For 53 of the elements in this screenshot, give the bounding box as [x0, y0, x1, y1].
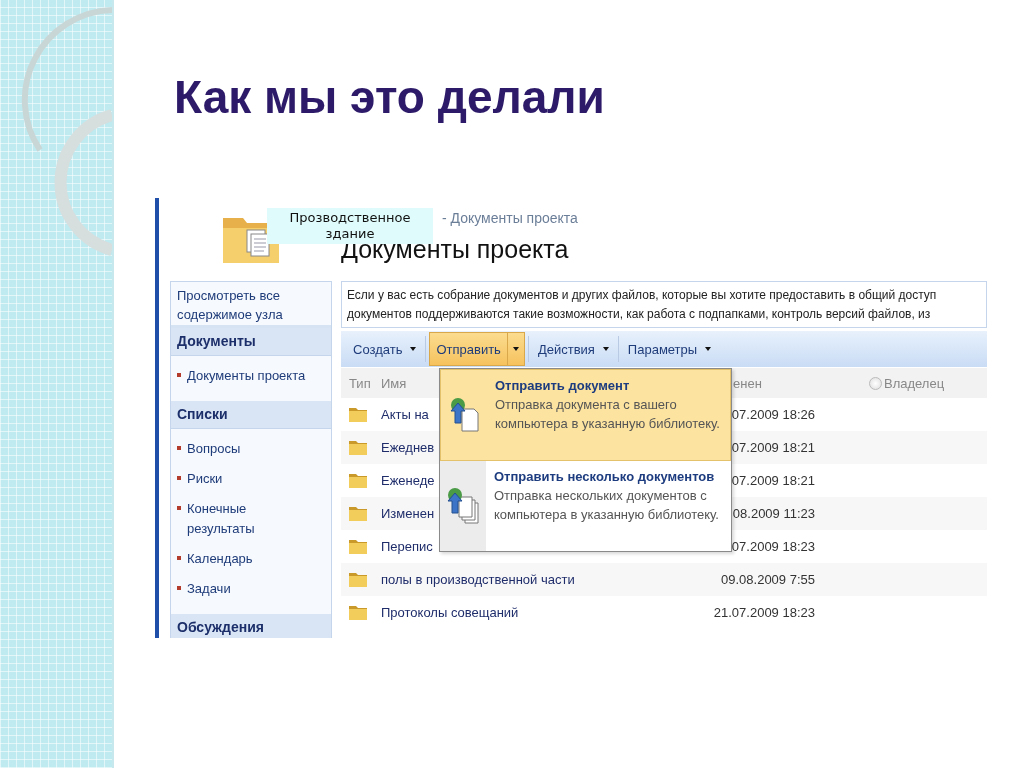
toolbar-button[interactable]: Отправить [430, 333, 508, 365]
caret-icon [602, 347, 609, 351]
sidebar-heading[interactable]: Списки [171, 401, 331, 429]
folder-icon [349, 506, 367, 521]
bullet-icon [177, 586, 181, 590]
bullet-icon [177, 476, 181, 480]
caret-icon [512, 347, 519, 351]
sidebar-item[interactable]: Риски [187, 469, 223, 489]
breadcrumb[interactable]: - Документы проекта [442, 210, 987, 226]
view-all-content-link[interactable]: Просмотреть все содержимое узла [171, 282, 331, 328]
modified-date-cell-text: 09.08.2009 7:55 [720, 572, 815, 587]
bullet-icon [177, 556, 181, 560]
folder-icon [349, 605, 367, 620]
folder-icon [349, 539, 367, 554]
upload-documents-icon [446, 487, 480, 525]
file-name-link[interactable]: полы в производственной части [381, 572, 575, 587]
file-name-link[interactable]: Перепис [381, 539, 433, 554]
toolbar-button[interactable]: Параметры [621, 334, 718, 364]
upload-document-icon [449, 397, 479, 433]
modified-date-cell-text: 07.2009 18:21 [730, 440, 815, 455]
sidebar-item[interactable]: Вопросы [187, 439, 241, 459]
folder-icon [349, 473, 367, 488]
sidebar-item[interactable]: Конечные результаты [187, 499, 311, 539]
caret-icon [410, 347, 417, 351]
sidebar-heading[interactable]: Обсуждения [171, 614, 331, 638]
description-line: Если у вас есть собрание документов и других файлов, которые вы хотите предоставить в общий доступ [347, 287, 938, 304]
file-name-link[interactable]: Протоколы совещаний [381, 605, 519, 620]
folder-icon [349, 440, 367, 455]
menu-item[interactable]: Отправить документ Отправка документа с вашего компьютера в указанную библиотеку. [440, 369, 731, 461]
folder-icon [349, 407, 367, 422]
file-name-link[interactable]: Еженеде [381, 473, 435, 488]
circle-icon [869, 376, 882, 390]
folder-icon [349, 572, 367, 587]
menu-item[interactable]: Отправить несколько документов Отправка нескольких документов с компьютера в указанную библиотеку. [440, 461, 731, 551]
file-name-link[interactable]: Изменен [381, 506, 435, 521]
modified-date-cell-text: 07.2009 18:21 [730, 473, 815, 488]
slide-title: Как мы это делали [174, 70, 606, 125]
sidebar-item[interactable]: Задачи [187, 579, 231, 599]
modified-date-cell-text: 21.07.2009 18:23 [712, 605, 815, 620]
bullet-icon [177, 373, 181, 377]
file-name-link[interactable]: Акты на [381, 407, 429, 422]
sidebar-item[interactable]: Календарь [187, 549, 253, 569]
modified-date-cell-text: 07.2009 18:23 [730, 539, 815, 554]
modified-date-cell-text: 07.2009 18:26 [730, 407, 815, 422]
caret-icon [705, 347, 712, 351]
bullet-icon [177, 446, 181, 450]
split-button[interactable]: Отправить [429, 332, 525, 366]
file-name-link[interactable]: Ежеднев [381, 440, 435, 455]
description-line: документов поддерживаются такие возможности, как работа с подпапками, контроль версий файлов, из [347, 306, 932, 323]
toolbar-button[interactable]: Создать [347, 334, 423, 364]
sidebar-heading[interactable]: Документы [171, 328, 331, 356]
toolbar-button[interactable]: Действия [531, 334, 615, 364]
bullet-icon [177, 506, 181, 510]
